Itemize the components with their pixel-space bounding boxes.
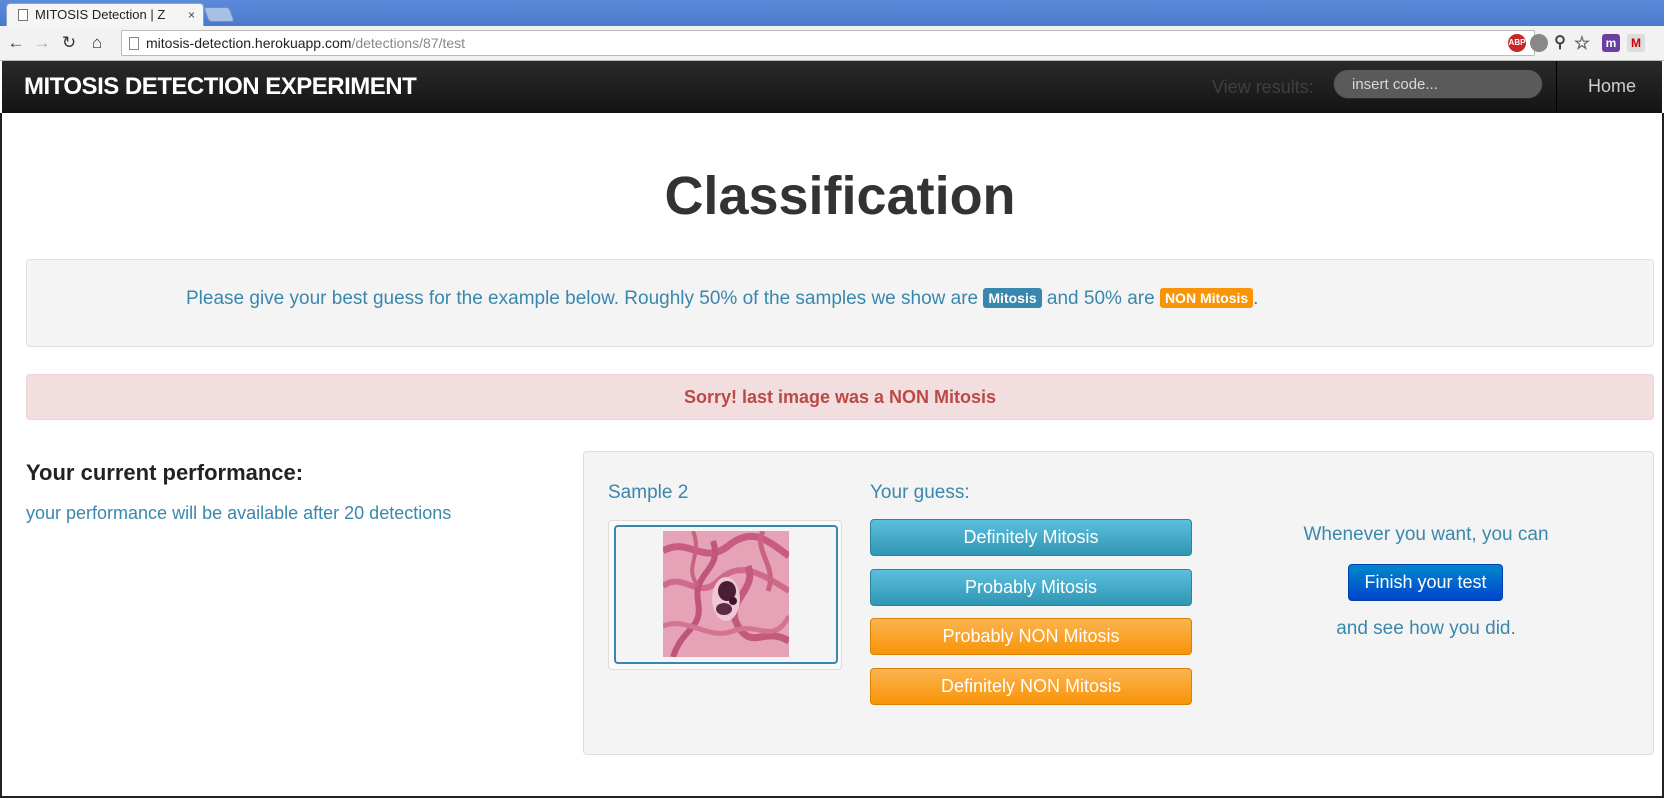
definitely-non-mitosis-button[interactable]: Definitely NON Mitosis [870,668,1192,705]
page-title: Classification [664,166,1016,226]
sample-image-frame [614,525,838,664]
result-alert: Sorry! last image was a NON Mitosis [26,374,1654,420]
instructions-part2: and 50% are [1041,288,1160,309]
finish-text-before: Whenever you want, you can [1303,524,1549,545]
probably-mitosis-button[interactable]: Probably Mitosis [870,569,1192,606]
guess-label: Your guess: [870,482,970,503]
performance-title: Your current performance: [26,460,304,485]
browser-toolbar: ← → ↻ ⌂ mitosis-detection.herokuapp.com/… [0,26,1664,61]
home-link[interactable]: Home [1588,76,1636,97]
probably-non-mitosis-button[interactable]: Probably NON Mitosis [870,618,1192,655]
finish-text-after: and see how you did. [1336,618,1516,639]
page-icon [18,9,28,21]
instructions-well: Please give your best guess for the exam… [26,259,1654,347]
tissue-image [663,531,789,657]
classification-panel: Sample 2 Your guess: Definitely Mitosis … [583,451,1654,755]
address-bar[interactable]: mitosis-detection.herokuapp.com/detectio… [121,30,1535,56]
reload-icon[interactable]: ↻ [59,33,79,53]
brand-title[interactable]: MITOSIS DETECTION EXPERIMENT [24,73,417,101]
url-host: mitosis-detection.herokuapp.com [146,35,352,51]
url-path: /detections/87/test [351,35,466,51]
gmail-icon[interactable]: M [1627,34,1645,52]
star-icon[interactable]: ☆ [1573,34,1591,52]
performance-text: your performance will be available after… [26,503,452,523]
extension-m-icon[interactable]: m [1602,34,1620,52]
browser-tab[interactable]: MITOSIS Detection | Z × [6,3,204,26]
definitely-mitosis-button[interactable]: Definitely Mitosis [870,519,1192,556]
close-icon[interactable]: × [188,4,195,26]
sample-image [663,531,789,657]
code-input[interactable] [1333,69,1543,99]
new-tab-button[interactable] [203,7,235,22]
page-content: Classification Please give your best gue… [0,113,1664,798]
tab-title: MITOSIS Detection | Z [35,7,166,22]
back-icon[interactable]: ← [6,33,26,53]
home-icon[interactable]: ⌂ [87,33,107,53]
sample-thumbnail [608,520,842,670]
app-navbar: MITOSIS DETECTION EXPERIMENT View result… [2,61,1662,113]
instructions-part1: Please give your best guess for the exam… [186,288,984,309]
finish-test-button[interactable]: Finish your test [1348,564,1503,601]
instructions-text: Please give your best guess for the exam… [186,288,1258,310]
browser-tab-bar: MITOSIS Detection | Z × [0,0,1664,26]
mitosis-badge: Mitosis [983,288,1042,308]
sample-label: Sample 2 [608,482,689,503]
zoom-icon[interactable]: ⚲ [1551,34,1569,52]
bulb-icon[interactable] [1530,34,1548,52]
adblock-icon[interactable]: ABP [1508,34,1526,52]
view-results-label: View results: [1212,77,1314,97]
page-icon [129,37,139,50]
instructions-part3: . [1253,288,1259,309]
forward-icon[interactable]: → [32,33,52,53]
nav-divider [1556,61,1557,113]
non-mitosis-badge: NON Mitosis [1159,288,1254,308]
